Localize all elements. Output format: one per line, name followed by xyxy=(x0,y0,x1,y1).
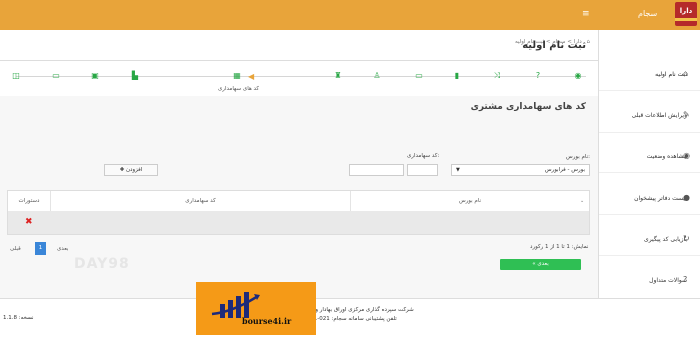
step-question-icon[interactable]: ? xyxy=(533,71,543,81)
logo: دارا xyxy=(675,2,697,26)
pagination-page-1[interactable]: 1 xyxy=(35,242,46,255)
shareholder-code-label: کد سهامداری: xyxy=(407,153,440,159)
edit-icon: ✎ xyxy=(683,110,690,119)
chevron-down-icon: ▼ xyxy=(456,167,460,173)
step-summary-icon[interactable]: ◫ xyxy=(11,71,21,81)
question-icon: ? xyxy=(683,275,688,284)
shareholder-code-letters-input[interactable] xyxy=(407,164,438,176)
step-shareholder-code-icon[interactable]: ▦ xyxy=(232,71,242,81)
menu-icon[interactable]: ≡ xyxy=(582,9,590,19)
panel-title: کد های سهامداری مشتری xyxy=(470,102,586,112)
shareholder-code-number-input[interactable] xyxy=(349,164,404,176)
plus-icon: ✚ xyxy=(119,167,125,173)
step-bookmark-icon[interactable]: ▮ xyxy=(452,71,462,81)
sidebar-item-label: بازیابی کد پیگیری xyxy=(644,236,687,243)
sidebar-item-recover-code[interactable]: بازیابی کد پیگیری ↻ xyxy=(599,228,700,252)
sidebar-item-edit-info[interactable]: ویرایش اطلاعات قبلی ✎ xyxy=(599,104,700,128)
exchange-select[interactable]: بورس - فرابورس ▼ xyxy=(451,164,590,176)
records-info: نمایش: 1 تا 1 از 1 رکورد xyxy=(530,244,589,250)
shareholder-codes-table: نام بورس ⌄ کد سهامداری دستورات ✖ xyxy=(7,190,590,235)
table-row: ✖ xyxy=(8,211,589,234)
sidebar-item-label: ویرایش اطلاعات قبلی xyxy=(631,112,687,119)
refresh-icon: ↻ xyxy=(683,234,690,243)
sidebar-item-view-status[interactable]: مشاهده وضعیت ◉ xyxy=(599,145,700,169)
eye-icon: ◉ xyxy=(683,151,690,160)
user-icon: ● xyxy=(683,193,690,202)
pagination-next[interactable]: بعدی xyxy=(57,246,68,252)
step-shuffle-icon[interactable]: ⤨ xyxy=(492,71,502,81)
sidebar: ثبت نام اولیه ⌂ ویرایش اطلاعات قبلی ✎ مش… xyxy=(598,30,700,298)
exchange-label: نام بورس: xyxy=(566,154,590,160)
exchange-select-value: بورس - فرابورس xyxy=(544,167,585,173)
watermark: DAY98 xyxy=(74,256,130,272)
footer: شرکت سپرده گذاری مرکزی اوراق بهادار و تس… xyxy=(0,298,700,348)
sidebar-item-initial-registration[interactable]: ثبت نام اولیه ⌂ xyxy=(599,63,700,87)
home-icon[interactable]: ⌂ xyxy=(587,39,591,45)
sidebar-item-faq[interactable]: سوالات متداول ? xyxy=(599,269,700,293)
site-name: bourse4i.ir xyxy=(242,316,292,326)
active-step-pointer-icon: ◀ xyxy=(248,72,255,81)
step-money-icon[interactable]: ▣ xyxy=(90,71,100,81)
column-actions: دستورات xyxy=(18,198,40,204)
column-exchange-name[interactable]: نام بورس xyxy=(350,191,589,211)
next-button[interactable]: « بعدی xyxy=(500,259,581,270)
sidebar-item-label: سوالات متداول xyxy=(649,277,687,284)
bourse4i-logo: bourse4i.ir xyxy=(196,282,316,335)
step-person-icon[interactable]: ♙ xyxy=(372,71,382,81)
step-address-icon[interactable]: ▭ xyxy=(414,71,424,81)
step-education-icon[interactable]: ♜ xyxy=(333,71,343,81)
breadcrumb: ⌂ دارا > سجام > ثبت نام اولیه xyxy=(0,39,590,45)
step-card-icon[interactable]: ▭ xyxy=(51,71,61,81)
pagination-prev[interactable]: قبلی xyxy=(10,246,21,252)
delete-icon[interactable]: ✖ xyxy=(25,217,33,227)
step-building-icon[interactable]: ▙ xyxy=(130,71,140,81)
top-bar: ≡ سجام دارا xyxy=(0,0,700,30)
step-start-icon[interactable]: ◉ xyxy=(573,71,583,81)
brand-name: سجام xyxy=(638,9,658,18)
sidebar-item-label: مشاهده وضعیت xyxy=(646,153,687,160)
main-content: ⌂ دارا > سجام > ثبت نام اولیه ثبت نام او… xyxy=(0,30,598,298)
add-button[interactable]: ✚ افزودن xyxy=(104,164,158,176)
add-button-label: افزودن xyxy=(126,167,143,173)
sidebar-item-label: لیست دفاتر پیشخوان xyxy=(634,195,687,202)
active-step-caption: کد های سهامداری xyxy=(218,86,260,92)
home-icon: ⌂ xyxy=(683,69,689,78)
sidebar-item-counter-offices[interactable]: لیست دفاتر پیشخوان ● xyxy=(599,187,700,211)
column-shareholder-code[interactable]: کد سهامداری xyxy=(50,191,350,211)
version-label: نسخه: 1.1.8 xyxy=(3,315,34,321)
page-title: ثبت نام اولیه xyxy=(522,40,586,51)
logo-text: دارا xyxy=(679,7,693,15)
sort-icon[interactable]: ⌄ xyxy=(580,198,584,204)
